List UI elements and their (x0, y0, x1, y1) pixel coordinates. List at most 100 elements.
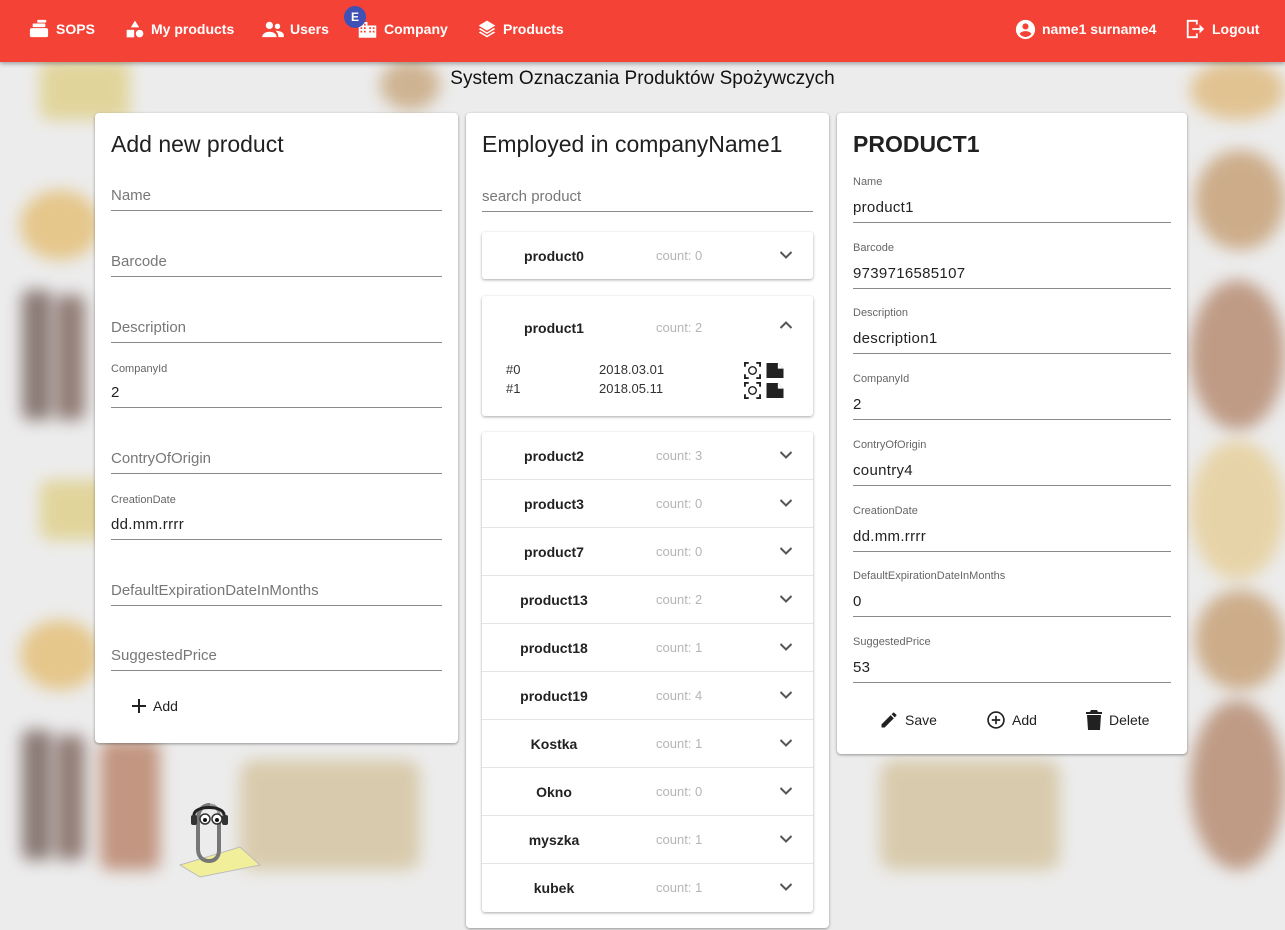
name-field[interactable]: Name (111, 181, 442, 211)
product-row[interactable]: product13 count: 2 (482, 576, 813, 624)
search-product-input[interactable]: search product (482, 181, 813, 212)
country-field[interactable]: ContryOfOrigin (111, 443, 442, 474)
product-name: product3 (524, 496, 584, 512)
clippy-assistant-icon[interactable] (172, 795, 267, 880)
item-row: #0 (506, 362, 520, 377)
product-row[interactable]: kubek count: 1 (482, 864, 813, 912)
product-row[interactable]: product18 count: 1 (482, 624, 813, 672)
barcode-field[interactable]: Barcode (111, 246, 442, 277)
nav-products[interactable]: Products (477, 0, 564, 58)
product-count: count: 1 (656, 640, 703, 655)
add-button-label: Add (1012, 712, 1037, 728)
nav-my-products[interactable]: My products (125, 0, 234, 58)
product-list-title: Employed in companyName1 (482, 131, 783, 157)
chevron-down-icon[interactable] (779, 786, 793, 796)
add-button[interactable]: Add (986, 710, 1037, 730)
product-list: product2 count: 3 product3 count: 0 product7… (482, 432, 813, 912)
trash-icon (1086, 710, 1102, 730)
creation-date-value: dd.mm.rrrr (111, 516, 184, 533)
detail-price-field[interactable]: SuggestedPrice 53 (853, 636, 1171, 683)
creation-date-field[interactable]: CreationDate dd.mm.rrrr (111, 494, 442, 540)
people-icon (262, 21, 284, 38)
product-count: count: 2 (656, 320, 703, 335)
document-icon[interactable] (765, 382, 785, 399)
page-title: System Oznaczania Produktów Spożywczych (450, 68, 835, 89)
document-icon[interactable] (765, 362, 785, 379)
detail-expiration-field[interactable]: DefaultExpirationDateInMonths 0 (853, 570, 1171, 618)
nav-user-account[interactable]: name1 surname4 (1015, 0, 1156, 58)
nav-company[interactable]: Company (357, 0, 448, 58)
detail-field-value: description1 (853, 330, 938, 348)
companyid-field[interactable]: CompanyId 2 (111, 363, 442, 408)
detail-field-label: DefaultExpirationDateInMonths (853, 570, 1006, 583)
product-row[interactable]: Kostka count: 1 (482, 720, 813, 768)
description-placeholder: Description (111, 319, 187, 336)
product-panel[interactable]: product0 count: 0 (482, 232, 813, 279)
chevron-down-icon[interactable] (779, 546, 793, 556)
detail-barcode-field[interactable]: Barcode 9739716585107 (853, 242, 1171, 289)
detail-country-field[interactable]: ContryOfOrigin country4 (853, 439, 1171, 486)
barcode-scan-icon[interactable] (744, 382, 761, 399)
item-actions (744, 362, 785, 379)
description-field[interactable]: Description (111, 312, 442, 343)
chevron-down-icon[interactable] (779, 882, 793, 892)
chevron-down-icon[interactable] (779, 594, 793, 604)
item-row: #1 (506, 381, 520, 396)
product-count: count: 1 (656, 880, 703, 895)
detail-companyid-field[interactable]: CompanyId 2 (853, 373, 1171, 421)
detail-field-value: 9739716585107 (853, 264, 966, 282)
price-placeholder: SuggestedPrice (111, 647, 217, 664)
product-row[interactable]: myszka count: 1 (482, 816, 813, 864)
chevron-down-icon[interactable] (779, 642, 793, 652)
detail-field-value: 53 (853, 658, 871, 676)
product-panel-expanded[interactable]: product1 count: 2 #0 2018.03.01 #1 2018.… (482, 296, 813, 416)
add-product-button[interactable]: Add (131, 698, 178, 714)
account-circle-icon (1015, 19, 1036, 39)
save-button-label: Save (905, 712, 937, 728)
product-row[interactable]: product0 count: 0 (482, 232, 813, 279)
expiration-field[interactable]: DefaultExpirationDateInMonths (111, 574, 442, 606)
add-product-title: Add new product (111, 131, 284, 157)
product-count: count: 2 (656, 592, 703, 607)
detail-field-label: CreationDate (853, 504, 918, 517)
detail-name-field[interactable]: Name product1 (853, 176, 1171, 223)
chevron-down-icon[interactable] (779, 450, 793, 460)
barcode-scan-icon[interactable] (744, 362, 761, 379)
detail-field-label: CompanyId (853, 373, 910, 386)
company-badge: E (344, 6, 366, 28)
detail-creation-date-field[interactable]: CreationDate dd.mm.rrrr (853, 505, 1171, 552)
companyid-value: 2 (111, 384, 120, 401)
detail-field-label: Barcode (853, 241, 894, 254)
product-name: product2 (524, 448, 584, 464)
chevron-down-icon[interactable] (779, 498, 793, 508)
creation-date-label: CreationDate (111, 494, 176, 506)
product-name: product19 (520, 688, 588, 704)
product-row[interactable]: product7 count: 0 (482, 528, 813, 576)
product-row-expanded[interactable]: product1 count: 2 (482, 296, 813, 358)
save-button[interactable]: Save (879, 710, 937, 730)
nav-brand-link[interactable]: SOPS (28, 0, 95, 58)
product-row[interactable]: product2 count: 3 (482, 432, 813, 480)
product-name: Kostka (530, 736, 578, 752)
item-index: #0 (506, 362, 521, 377)
nav-users[interactable]: Users (262, 0, 329, 58)
product-row[interactable]: product3 count: 0 (482, 480, 813, 528)
chevron-down-icon[interactable] (779, 738, 793, 748)
chevron-down-icon[interactable] (779, 690, 793, 700)
nav-logout[interactable]: Logout (1184, 0, 1259, 58)
price-field[interactable]: SuggestedPrice (111, 640, 442, 671)
chevron-up-icon[interactable] (779, 320, 793, 330)
detail-field-label: Description (853, 307, 909, 320)
delete-button[interactable]: Delete (1085, 710, 1149, 730)
nav-my-products-label: My products (151, 21, 235, 37)
product-row[interactable]: product19 count: 4 (482, 672, 813, 720)
product-detail-card: PRODUCT1 Name product1 Barcode 973971658510… (837, 113, 1187, 754)
chevron-down-icon[interactable] (779, 834, 793, 844)
companyid-label: CompanyId (111, 363, 168, 375)
product-row[interactable]: Okno count: 0 (482, 768, 813, 816)
detail-description-field[interactable]: Description description1 (853, 307, 1171, 355)
chevron-down-icon[interactable] (779, 250, 793, 260)
add-product-card: Add new product Name Barcode Description… (95, 113, 458, 743)
product-name: product13 (520, 592, 588, 608)
detail-field-value: 0 (853, 593, 862, 611)
